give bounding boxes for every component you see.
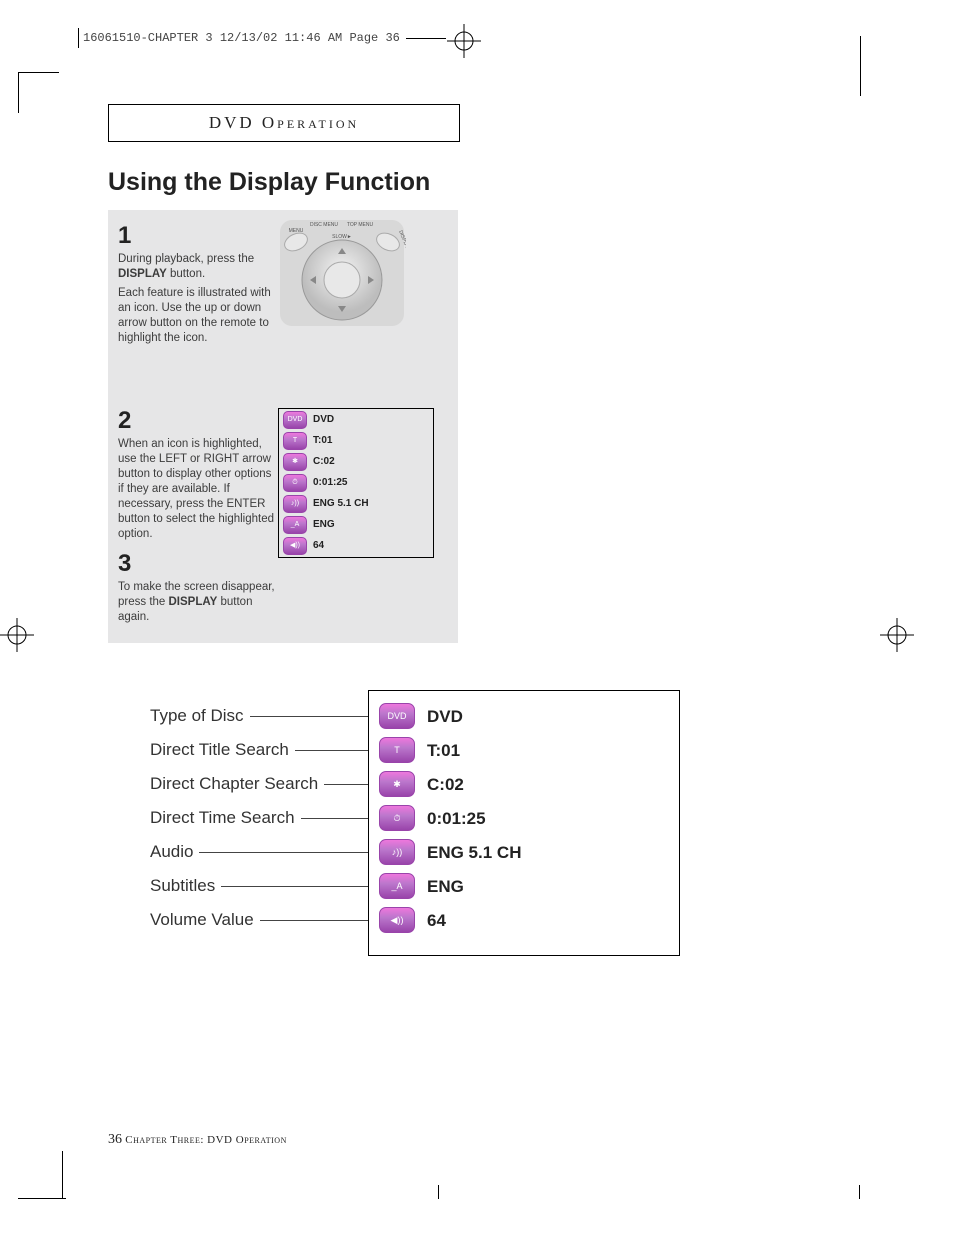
subtitle-icon: _A [379, 873, 415, 899]
text: button. [167, 268, 205, 280]
osd-row: T T:01 [379, 733, 669, 767]
title-icon: T [379, 737, 415, 763]
osd-row: _A ENG [379, 869, 669, 903]
osd-label-row: Direct Chapter Search [150, 766, 368, 800]
osd-large-panel: DVD DVD T T:01 ✱ C:02 ⏱ 0:01:25 ♪)) ENG 5.1 C… [368, 690, 680, 956]
remote-illustration: MENU DISC MENU TOP MENU DISPLAY SLOW► [278, 218, 406, 328]
audio-icon: ♪)) [283, 495, 307, 513]
osd-small-panel: DVD DVD T T:01 ✱ C:02 ⏱ 0:01:25 ♪)) ENG 5.1 C… [278, 408, 434, 558]
audio-icon: ♪)) [379, 839, 415, 865]
osd-label-row: Volume Value [150, 902, 368, 936]
crop-mark [859, 1185, 860, 1199]
print-header-rule [406, 38, 446, 39]
registration-mark-icon [0, 618, 34, 652]
osd-value: C:02 [427, 776, 464, 793]
footer-chapter: Chapter Three: DVD Operation [125, 1134, 287, 1146]
osd-value: ENG [313, 520, 335, 530]
osd-value: ENG 5.1 CH [427, 844, 521, 861]
label: Type of Disc [150, 707, 244, 724]
crop-mark [438, 1185, 439, 1199]
chapter-icon: ✱ [379, 771, 415, 797]
label: Audio [150, 843, 193, 860]
volume-icon: ◀)) [379, 907, 415, 933]
step-text: During playback, press the DISPLAY butto… [118, 252, 278, 282]
subtitle-icon: _A [283, 516, 307, 534]
page: 16061510-CHAPTER 3 12/13/02 11:46 AM Pag… [0, 0, 954, 1235]
remote-label-top: TOP MENU [347, 222, 374, 228]
registration-mark-icon [880, 618, 914, 652]
osd-row: ♪)) ENG 5.1 CH [379, 835, 669, 869]
label: Direct Chapter Search [150, 775, 318, 792]
label: Direct Title Search [150, 741, 289, 758]
osd-value: 64 [427, 912, 446, 929]
osd-row: DVD DVD [279, 409, 433, 430]
osd-row: ✱ C:02 [379, 767, 669, 801]
osd-value: DVD [427, 708, 463, 725]
osd-label-row: Subtitles [150, 868, 368, 902]
osd-value: DVD [313, 415, 334, 425]
osd-label-column: Type of Disc Direct Title Search Direct … [150, 698, 368, 936]
disc-icon: DVD [379, 703, 415, 729]
osd-row: ◀)) 64 [279, 535, 433, 556]
clock-icon: ⏱ [283, 474, 307, 492]
print-header-text: 16061510-CHAPTER 3 12/13/02 11:46 AM Pag… [83, 32, 400, 44]
volume-icon: ◀)) [283, 537, 307, 555]
registration-mark-icon [447, 24, 481, 58]
print-header: 16061510-CHAPTER 3 12/13/02 11:46 AM Pag… [78, 28, 446, 48]
osd-value: C:02 [313, 457, 335, 467]
osd-value: 0:01:25 [313, 478, 347, 488]
crop-mark [18, 72, 59, 113]
crop-mark [860, 36, 861, 96]
leader-line [301, 818, 368, 819]
crop-mark [62, 1151, 63, 1199]
remote-label-menu: MENU [289, 228, 304, 234]
osd-row: _A ENG [279, 514, 433, 535]
page-title: Using the Display Function [108, 170, 430, 195]
chapter-icon: ✱ [283, 453, 307, 471]
osd-row: DVD DVD [379, 699, 669, 733]
osd-row: ♪)) ENG 5.1 CH [279, 493, 433, 514]
osd-row: ⏱ 0:01:25 [379, 801, 669, 835]
step-text: To make the screen disappear, press the … [118, 580, 278, 625]
osd-label-row: Audio [150, 834, 368, 868]
step-text: When an icon is highlighted, use the LEF… [118, 437, 280, 542]
leader-line [199, 852, 368, 853]
osd-row: ◀)) 64 [379, 903, 669, 937]
text-bold: DISPLAY [118, 268, 167, 280]
osd-value: ENG 5.1 CH [313, 499, 369, 509]
osd-row: ⏱ 0:01:25 [279, 472, 433, 493]
osd-label-row: Type of Disc [150, 698, 368, 732]
section-title: DVD Operation [209, 113, 359, 132]
osd-label-row: Direct Time Search [150, 800, 368, 834]
label: Direct Time Search [150, 809, 295, 826]
label: Subtitles [150, 877, 215, 894]
page-footer: 36 Chapter Three: DVD Operation [108, 1132, 287, 1147]
osd-value: T:01 [313, 436, 332, 446]
leader-line [260, 920, 368, 921]
leader-line [324, 784, 368, 785]
osd-value: 64 [313, 541, 324, 551]
osd-value: 0:01:25 [427, 810, 486, 827]
step-text: Each feature is illustrated with an icon… [118, 286, 278, 346]
page-number: 36 [108, 1132, 122, 1147]
title-icon: T [283, 432, 307, 450]
osd-label-row: Direct Title Search [150, 732, 368, 766]
crop-mark [18, 1198, 66, 1199]
leader-line [221, 886, 368, 887]
osd-row: ✱ C:02 [279, 451, 433, 472]
clock-icon: ⏱ [379, 805, 415, 831]
disc-icon: DVD [283, 411, 307, 429]
osd-row: T T:01 [279, 430, 433, 451]
leader-line [295, 750, 368, 751]
osd-value: T:01 [427, 742, 460, 759]
remote-label-slow: SLOW► [332, 234, 352, 240]
osd-value: ENG [427, 878, 464, 895]
text-bold: DISPLAY [169, 596, 218, 608]
leader-line [250, 716, 368, 717]
remote-label-disc: DISC MENU [310, 222, 338, 228]
label: Volume Value [150, 911, 254, 928]
text: During playback, press the [118, 253, 254, 265]
section-title-box: DVD Operation [108, 104, 460, 142]
